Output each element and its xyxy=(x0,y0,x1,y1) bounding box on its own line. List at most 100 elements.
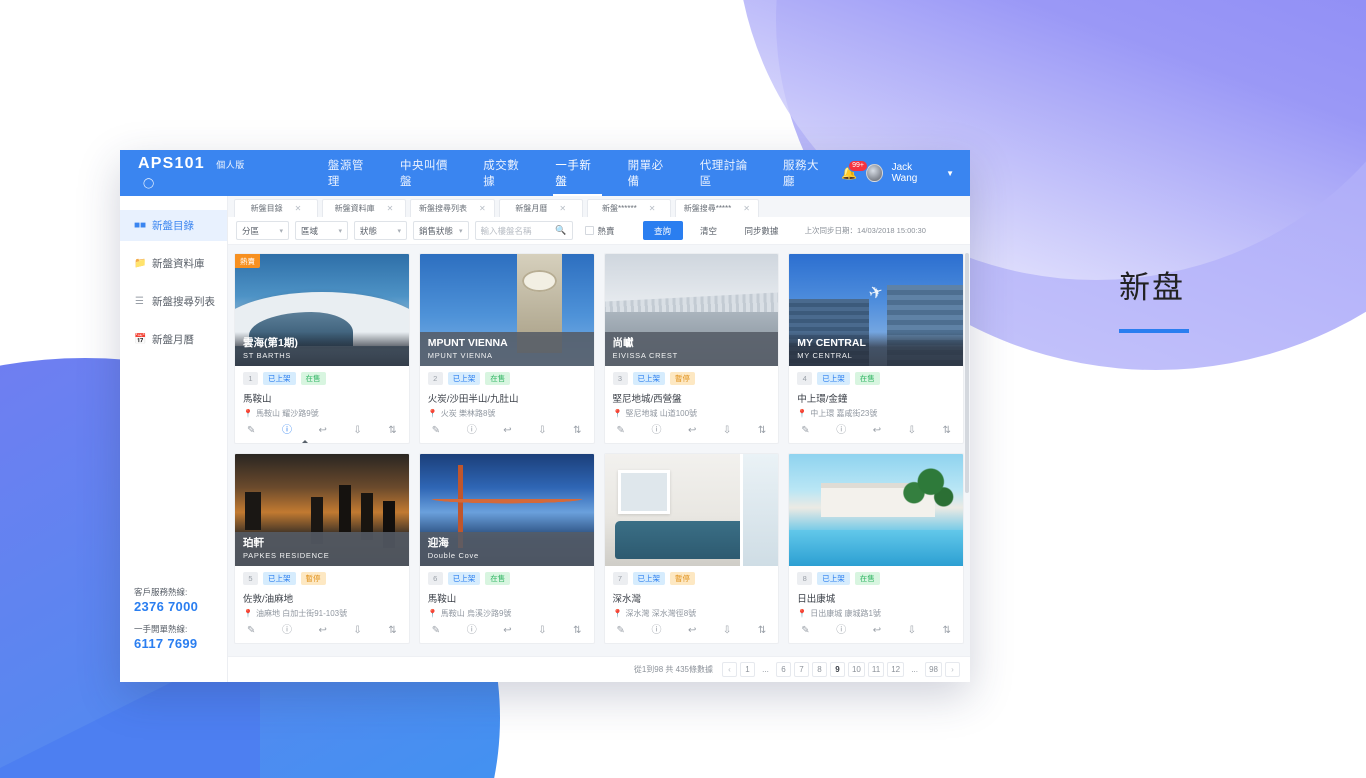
edit-icon[interactable]: ✎ xyxy=(247,626,255,636)
nav-item-5[interactable]: 代理討論區 xyxy=(686,150,769,196)
property-card[interactable]: 珀軒 PAPKES RESIDENCE 5 已上架 暫停 佐敦/油麻地 📍 油麻… xyxy=(234,453,410,644)
sort-icon[interactable]: ⇅ xyxy=(758,626,766,636)
tab-5[interactable]: 新盤搜尋***** ✕ xyxy=(674,199,759,217)
sort-icon[interactable]: ⇅ xyxy=(388,426,396,436)
undo-icon[interactable]: ↩ xyxy=(503,626,511,636)
page-12[interactable]: 12 xyxy=(887,662,905,677)
sort-icon[interactable]: ⇅ xyxy=(388,626,396,636)
close-icon[interactable]: ✕ xyxy=(743,204,750,213)
close-icon[interactable]: ✕ xyxy=(295,204,302,213)
info-icon[interactable]: ⓘ xyxy=(467,626,477,636)
property-card[interactable]: ✈ MY CENTRAL MY CENTRAL 4 已上架 在售 中上環/金鐘 … xyxy=(788,253,964,444)
service-hotline-number[interactable]: 2376 7000 xyxy=(134,599,227,614)
property-card[interactable]: 尚巘 EIVISSA CREST 3 已上架 暫停 堅尼地城/西營盤 📍 堅尼地… xyxy=(603,253,780,444)
brand[interactable]: APS101 個人版 ◯ xyxy=(138,155,259,191)
page-next[interactable]: › xyxy=(945,662,960,677)
undo-icon[interactable]: ↩ xyxy=(503,426,511,436)
edit-icon[interactable]: ✎ xyxy=(801,626,809,636)
edit-icon[interactable]: ✎ xyxy=(432,626,440,636)
page-11[interactable]: 11 xyxy=(867,662,885,677)
nav-item-3[interactable]: 一手新盤 xyxy=(541,150,613,196)
nav-item-2[interactable]: 成交數據 xyxy=(469,150,541,196)
refresh-icon[interactable]: ◯ xyxy=(143,178,154,189)
sidebar-item-search-list[interactable]: ☰ 新盤搜尋列表 xyxy=(120,286,227,317)
undo-icon[interactable]: ↩ xyxy=(688,426,696,436)
sync-data-button[interactable]: 同步數據 xyxy=(734,221,789,240)
close-icon[interactable]: ✕ xyxy=(559,204,566,213)
page-1[interactable]: 1 xyxy=(739,662,755,677)
sidebar-item-database[interactable]: 📁 新盤資料庫 xyxy=(120,248,227,279)
search-icon[interactable]: 🔍 xyxy=(555,225,566,236)
select-status[interactable]: 狀態 ▾ xyxy=(354,221,407,240)
select-region[interactable]: 區域 ▾ xyxy=(295,221,348,240)
tab-1[interactable]: 新盤資料庫 ✕ xyxy=(322,199,406,217)
info-icon[interactable]: ⓘ xyxy=(282,626,292,636)
close-icon[interactable]: ✕ xyxy=(387,204,394,213)
download-icon[interactable]: ⇩ xyxy=(353,426,361,436)
info-icon[interactable]: ⓘ xyxy=(651,626,661,636)
edit-icon[interactable]: ✎ xyxy=(801,426,809,436)
page-9-current[interactable]: 9 xyxy=(829,662,845,677)
sort-icon[interactable]: ⇅ xyxy=(758,426,766,436)
download-icon[interactable]: ⇩ xyxy=(538,426,546,436)
property-card[interactable]: 8 已上架 在售 日出康城 📍 日出康城 康城路1號 ✎ ⓘ ↩ ⇩ ⇅ xyxy=(788,453,964,644)
page-98[interactable]: 98 xyxy=(925,662,942,677)
info-icon[interactable]: ⓘ xyxy=(282,426,292,436)
info-icon[interactable]: ⓘ xyxy=(467,426,477,436)
avatar[interactable] xyxy=(866,164,883,182)
download-icon[interactable]: ⇩ xyxy=(723,626,731,636)
undo-icon[interactable]: ↩ xyxy=(873,426,881,436)
nav-item-1[interactable]: 中央叫價盤 xyxy=(386,150,469,196)
tab-2[interactable]: 新盤搜尋列表 ✕ xyxy=(410,199,495,217)
hot-sale-checkbox[interactable]: 熱賣 xyxy=(584,225,615,237)
select-sale-status[interactable]: 銷售狀態 ▾ xyxy=(413,221,469,240)
notifications-button[interactable]: 🔔 99+ xyxy=(841,160,868,182)
close-icon[interactable]: ✕ xyxy=(479,204,486,213)
undo-icon[interactable]: ↩ xyxy=(873,626,881,636)
tab-3[interactable]: 新盤月曆 ✕ xyxy=(498,199,583,217)
search-input[interactable] xyxy=(480,225,556,236)
search-box[interactable]: 🔍 xyxy=(474,221,573,240)
clear-button[interactable]: 清空 xyxy=(688,221,729,240)
nav-item-6[interactable]: 服務大廳 xyxy=(769,150,841,196)
edit-icon[interactable]: ✎ xyxy=(432,426,440,436)
page-10[interactable]: 10 xyxy=(847,662,865,677)
undo-icon[interactable]: ↩ xyxy=(318,426,326,436)
page-7[interactable]: 7 xyxy=(793,662,809,677)
download-icon[interactable]: ⇩ xyxy=(538,626,546,636)
order-hotline-number[interactable]: 6117 7699 xyxy=(134,636,227,651)
tab-4[interactable]: 新盤****** ✕ xyxy=(586,199,671,217)
chevron-down-icon[interactable]: ▼ xyxy=(946,169,954,178)
page-8[interactable]: 8 xyxy=(811,662,827,677)
property-card[interactable]: 迎海 Double Cove 6 已上架 在售 馬鞍山 📍 馬鞍山 烏溪沙路9號… xyxy=(418,453,595,644)
search-button[interactable]: 查詢 xyxy=(642,221,683,240)
sort-icon[interactable]: ⇅ xyxy=(573,626,581,636)
undo-icon[interactable]: ↩ xyxy=(688,626,696,636)
vertical-scrollbar[interactable] xyxy=(965,253,969,493)
sidebar-item-catalog[interactable]: ■■ 新盤目錄 xyxy=(120,210,227,241)
info-icon[interactable]: ⓘ xyxy=(836,626,846,636)
info-icon[interactable]: ⓘ xyxy=(651,426,661,436)
info-icon[interactable]: ⓘ xyxy=(836,426,846,436)
tab-0[interactable]: 新盤目錄 ✕ xyxy=(234,199,318,217)
sort-icon[interactable]: ⇅ xyxy=(573,426,581,436)
select-zone[interactable]: 分區 ▾ xyxy=(236,221,289,240)
property-card[interactable]: 熱賣 雲海(第1期) ST BARTHS 1 已上架 在售 馬鞍山 📍 馬鞍山 … xyxy=(234,253,410,444)
edit-icon[interactable]: ✎ xyxy=(247,426,255,436)
page-6[interactable]: 6 xyxy=(775,662,791,677)
page-prev[interactable]: ‹ xyxy=(721,662,737,677)
edit-icon[interactable]: ✎ xyxy=(617,426,625,436)
download-icon[interactable]: ⇩ xyxy=(353,626,361,636)
property-card[interactable]: 7 已上架 暫停 深水灣 📍 深水灣 深水灣徑8號 ✎ ⓘ ↩ ⇩ ⇅ xyxy=(603,453,780,644)
sort-icon[interactable]: ⇅ xyxy=(943,626,951,636)
download-icon[interactable]: ⇩ xyxy=(908,626,916,636)
nav-item-4[interactable]: 開單必備 xyxy=(614,150,686,196)
property-card[interactable]: MPUNT VIENNA MPUNT VIENNA 2 已上架 在售 火炭/沙田… xyxy=(418,253,595,444)
close-icon[interactable]: ✕ xyxy=(649,204,656,213)
download-icon[interactable]: ⇩ xyxy=(723,426,731,436)
download-icon[interactable]: ⇩ xyxy=(908,426,916,436)
undo-icon[interactable]: ↩ xyxy=(318,626,326,636)
edit-icon[interactable]: ✎ xyxy=(617,626,625,636)
sidebar-item-calendar[interactable]: 📅 新盤月曆 xyxy=(120,324,227,355)
nav-item-0[interactable]: 盤源管理 xyxy=(314,150,386,196)
